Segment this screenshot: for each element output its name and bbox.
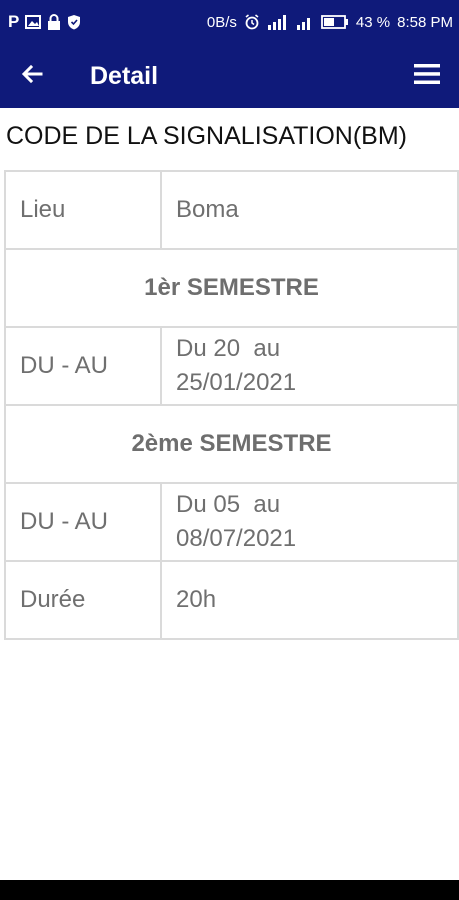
- signal-icon: [267, 14, 289, 30]
- app-bar: Detail: [0, 44, 459, 108]
- semester-2-dates-label: DU - AU: [4, 482, 162, 562]
- lock-icon: [47, 14, 61, 30]
- status-bar: P 0B/s 43 % 8:58 PM: [0, 0, 459, 44]
- table-row: DU - AU Du 20 au 25/01/2021: [4, 326, 459, 406]
- duree-value: 20h: [160, 560, 459, 640]
- table-row: 1èr SEMESTRE: [4, 248, 459, 328]
- alarm-icon: [244, 14, 260, 30]
- semester-2-dates-value: Du 05 au 08/07/2021: [160, 482, 459, 562]
- signal-2-icon: [296, 14, 314, 30]
- net-speed: 0B/s: [206, 13, 237, 31]
- battery-percent: 43 %: [355, 13, 391, 31]
- table-row: DU - AU Du 05 au 08/07/2021: [4, 482, 459, 562]
- menu-button[interactable]: [395, 44, 459, 108]
- navigation-bar: [0, 880, 459, 900]
- semester-2-date-from: Du 05 au: [176, 491, 281, 518]
- hamburger-menu-icon: [413, 63, 441, 90]
- duree-label: Durée: [4, 560, 162, 640]
- shield-icon: [67, 14, 81, 30]
- table-row: 2ème SEMESTRE: [4, 404, 459, 484]
- arrow-left-icon: [20, 62, 44, 91]
- page-title: Detail: [90, 61, 159, 90]
- course-title: CODE DE LA SIGNALISATION(BM): [6, 122, 408, 150]
- semester-1-dates-label: DU - AU: [4, 326, 162, 406]
- semester-1-heading: 1èr SEMESTRE: [4, 248, 459, 328]
- semester-2-heading: 2ème SEMESTRE: [4, 404, 459, 484]
- lieu-value: Boma: [160, 170, 459, 250]
- status-right: 0B/s 43 % 8:58 PM: [207, 14, 453, 31]
- back-button[interactable]: [0, 44, 64, 108]
- semester-2-date-to: 08/07/2021: [176, 525, 297, 552]
- clock: 8:58 PM: [397, 13, 453, 31]
- table-row: Durée 20h: [4, 560, 459, 640]
- details-table: Lieu Boma 1èr SEMESTRE DU - AU Du 20 au …: [4, 170, 459, 640]
- table-row: Lieu Boma: [4, 170, 459, 250]
- semester-1-dates-value: Du 20 au 25/01/2021: [160, 326, 459, 406]
- semester-1-date-to: 25/01/2021: [176, 369, 297, 396]
- status-left-icons: P: [8, 12, 81, 32]
- semester-1-date-from: Du 20 au: [176, 335, 281, 362]
- lieu-label: Lieu: [4, 170, 162, 250]
- battery-icon: [321, 15, 349, 29]
- p-icon: P: [8, 12, 20, 31]
- image-icon: [25, 15, 42, 29]
